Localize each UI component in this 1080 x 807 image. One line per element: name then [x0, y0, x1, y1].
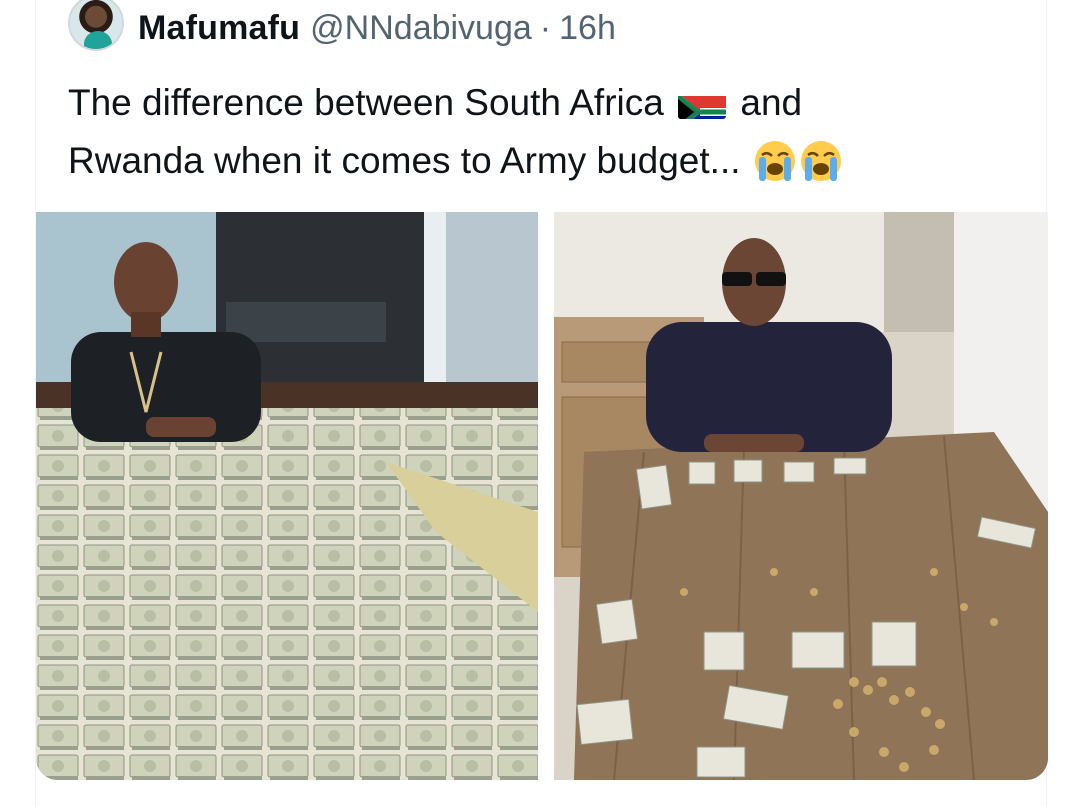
- tweet-text: The difference between South Africa and …: [68, 74, 1008, 190]
- south-africa-flag-icon: [678, 87, 727, 119]
- tweet-timestamp[interactable]: 16h: [559, 9, 616, 48]
- loudly-crying-face-icon: [753, 139, 797, 183]
- tweet-text-part3: Rwanda when it comes to Army budget...: [68, 140, 741, 181]
- tweet-text-part1: The difference between South Africa: [68, 82, 664, 123]
- separator-dot: ·: [539, 8, 552, 47]
- author-avatar[interactable]: [68, 0, 124, 51]
- tweet-card[interactable]: Mafumafu @NNdabivuga · 16h The differenc…: [35, 0, 1048, 807]
- author-name[interactable]: Mafumafu: [138, 9, 300, 48]
- photo-south-africa-money[interactable]: [36, 212, 538, 780]
- tweet-header: Mafumafu @NNdabivuga · 16h: [68, 0, 616, 56]
- loudly-crying-face-icon: [799, 139, 843, 183]
- tweet-media[interactable]: [36, 212, 1048, 780]
- tweet-text-part2: and: [740, 82, 803, 123]
- author-handle[interactable]: @NNdabivuga: [310, 9, 532, 48]
- photo-rwanda-money[interactable]: [554, 212, 1048, 780]
